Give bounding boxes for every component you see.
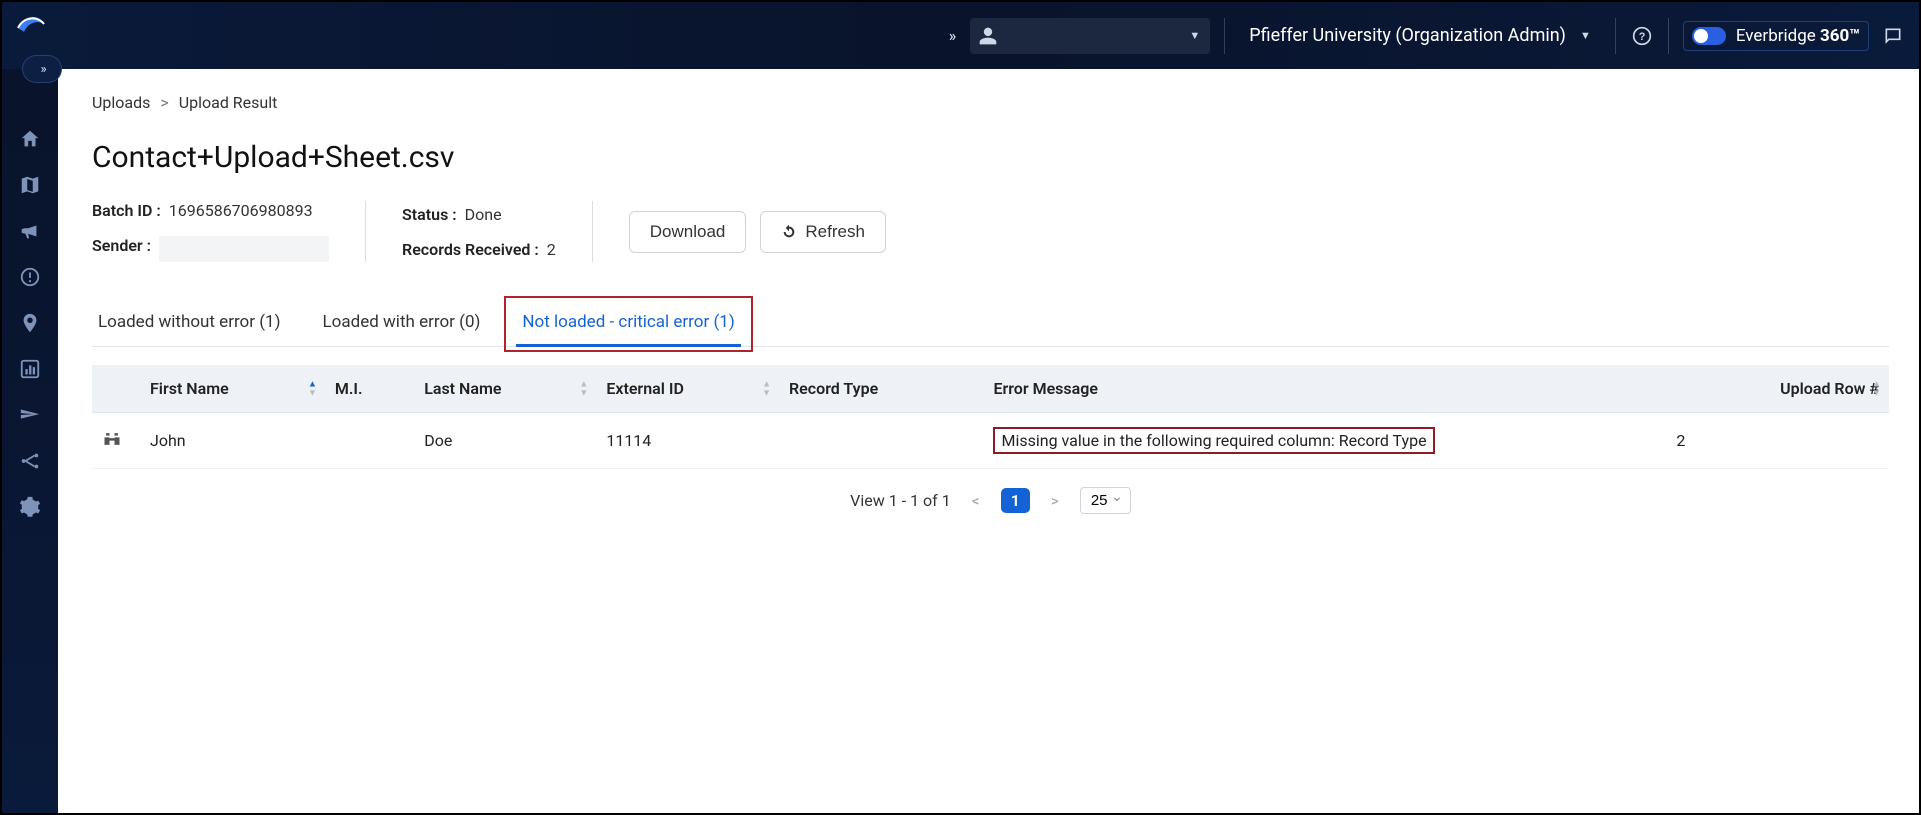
col-header-external-id[interactable]: External ID ▲▼	[596, 365, 779, 413]
cell-upload-row: 2	[1666, 413, 1889, 469]
pagination: View 1 - 1 of 1 < 1 > 25	[92, 487, 1889, 514]
alert-circle-icon	[19, 266, 41, 288]
nav-item-reports[interactable]	[18, 357, 42, 381]
sort-icon: ▲▼	[579, 380, 588, 397]
breadcrumb: Uploads > Upload Result	[92, 93, 1889, 112]
caret-down-icon: ▼	[1580, 29, 1591, 42]
page-size-select[interactable]: 25	[1080, 487, 1131, 514]
user-menu[interactable]: ▼	[970, 18, 1210, 54]
pagination-next[interactable]: >	[1044, 492, 1066, 510]
organization-selector[interactable]: Pfieffer University (Organization Admin)…	[1249, 25, 1591, 46]
everbridge-logo-icon	[14, 10, 46, 42]
cell-mi	[325, 413, 414, 469]
toggle-switch-icon	[1692, 27, 1726, 45]
nav-item-travel[interactable]	[18, 403, 42, 427]
upload-meta: Batch ID : 1696586706980893 Sender : Sta…	[92, 201, 1889, 262]
tab-not-loaded-critical-error[interactable]: Not loaded - critical error (1)	[516, 304, 740, 346]
flow-icon	[19, 450, 41, 472]
everbridge-360-toggle[interactable]: Everbridge 360™	[1683, 21, 1869, 51]
col-header-error-message[interactable]: Error Message	[983, 365, 1666, 413]
tab-loaded-with-error[interactable]: Loaded with error (0)	[317, 304, 487, 346]
caret-down-icon: ▼	[1189, 29, 1200, 42]
main-content: Uploads > Upload Result Contact+Upload+S…	[58, 69, 1919, 813]
refresh-button[interactable]: Refresh	[760, 211, 886, 253]
pagination-current[interactable]: 1	[1001, 488, 1030, 513]
download-button[interactable]: Download	[629, 211, 747, 253]
status-label: Status :	[402, 205, 457, 224]
svg-text:?: ?	[1639, 31, 1646, 43]
sender-label: Sender :	[92, 236, 151, 262]
bullhorn-icon	[19, 220, 41, 242]
home-icon	[19, 128, 41, 150]
pagination-summary: View 1 - 1 of 1	[850, 491, 951, 510]
breadcrumb-root[interactable]: Uploads	[92, 93, 150, 112]
sender-value	[159, 236, 329, 262]
result-tabs: Loaded without error (1) Loaded with err…	[92, 304, 1889, 347]
col-header-mi[interactable]: M.I.	[325, 365, 414, 413]
nav-item-locations[interactable]	[18, 311, 42, 335]
records-received-value: 2	[547, 240, 556, 259]
help-icon: ?	[1632, 26, 1652, 46]
results-table: First Name ▲▼ M.I. Last Name ▲▼ External…	[92, 365, 1889, 469]
col-header-last-name[interactable]: Last Name ▲▼	[414, 365, 596, 413]
gear-icon	[19, 496, 41, 518]
breadcrumb-current: Upload Result	[179, 93, 278, 112]
page-title: Contact+Upload+Sheet.csv	[92, 140, 1889, 175]
organization-label: Pfieffer University (Organization Admin)	[1249, 25, 1566, 46]
user-icon	[978, 26, 998, 46]
chevron-right-icon: >	[160, 93, 168, 112]
header-collapse-icon[interactable]: »	[949, 26, 953, 45]
refresh-icon	[781, 224, 797, 240]
top-bar: » » ▼ Pfieffer University (Organization …	[2, 2, 1919, 69]
table-row: John Doe 11114 Missing value in the foll…	[92, 413, 1889, 469]
feedback-button[interactable]	[1881, 24, 1905, 48]
sort-icon: ▲▼	[308, 380, 317, 397]
map-icon	[19, 174, 41, 196]
col-header-upload-row[interactable]: Upload Row # ▲▼	[1666, 365, 1889, 413]
status-value: Done	[465, 205, 502, 224]
col-header-record-type[interactable]: Record Type	[779, 365, 983, 413]
col-header-first-name[interactable]: First Name ▲▼	[140, 365, 325, 413]
sidebar-expand-toggle[interactable]: »	[22, 55, 62, 83]
cell-record-type	[779, 413, 983, 469]
nav-item-notifications[interactable]	[18, 219, 42, 243]
col-header-actions	[92, 365, 140, 413]
cell-error-message: Missing value in the following required …	[983, 413, 1666, 469]
batch-id-value: 1696586706980893	[169, 201, 313, 220]
tab-loaded-without-error[interactable]: Loaded without error (1)	[92, 304, 287, 346]
nav-item-workflow[interactable]	[18, 449, 42, 473]
nav-item-alerts[interactable]	[18, 265, 42, 289]
sort-icon: ▲▼	[762, 380, 771, 397]
binoculars-icon[interactable]	[102, 429, 122, 449]
cell-first-name: John	[140, 413, 325, 469]
batch-id-label: Batch ID :	[92, 201, 161, 220]
help-button[interactable]: ?	[1630, 24, 1654, 48]
bar-chart-icon	[19, 358, 41, 380]
cell-external-id: 11114	[596, 413, 779, 469]
nav-item-home[interactable]	[18, 127, 42, 151]
nav-item-settings[interactable]	[18, 495, 42, 519]
records-received-label: Records Received :	[402, 240, 539, 259]
pagination-prev[interactable]: <	[965, 492, 987, 510]
chat-bubble-icon	[1883, 26, 1903, 46]
pin-icon	[19, 312, 41, 334]
nav-item-map[interactable]	[18, 173, 42, 197]
cell-last-name: Doe	[414, 413, 596, 469]
side-nav	[2, 69, 58, 813]
plane-icon	[19, 404, 41, 426]
sort-icon: ▲▼	[1872, 380, 1881, 397]
